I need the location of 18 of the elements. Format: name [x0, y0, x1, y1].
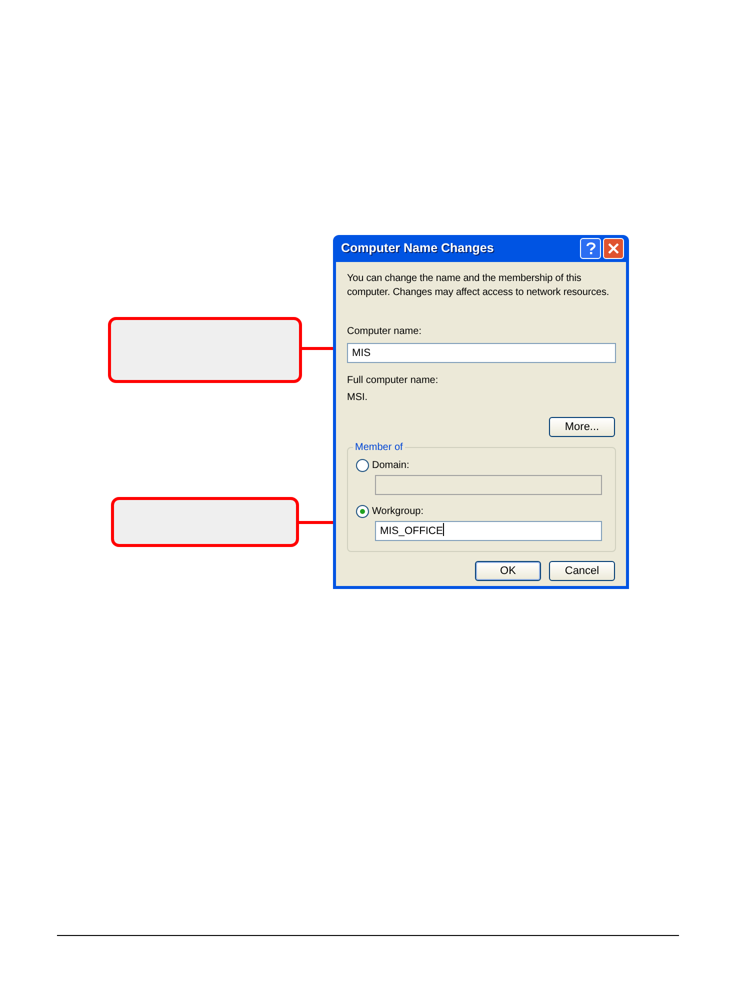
radio-label: Workgroup:	[372, 505, 424, 519]
field-label: Full computer name:	[347, 374, 440, 388]
intro-text: You can change the name and the membership of this computer. Changes may affect access to network resources.	[347, 272, 610, 300]
close-button[interactable]	[603, 238, 624, 259]
field-value: MSI.	[347, 391, 369, 405]
input-field[interactable]: MIS	[347, 343, 616, 363]
ok-button[interactable]: OK	[475, 561, 541, 581]
radio-button[interactable]	[356, 459, 369, 472]
more-button[interactable]: More...	[549, 417, 615, 437]
cancel-button[interactable]: Cancel	[549, 561, 615, 581]
help-icon	[586, 242, 596, 255]
window-title: Computer Name Changes	[341, 240, 495, 258]
input-field[interactable]: MIS_OFFICE	[375, 521, 602, 541]
close-icon	[608, 243, 619, 254]
field-label: Computer name:	[347, 325, 422, 339]
radio-label: Domain:	[372, 459, 410, 473]
help-button[interactable]	[580, 238, 601, 259]
radio-button[interactable]	[356, 505, 369, 518]
